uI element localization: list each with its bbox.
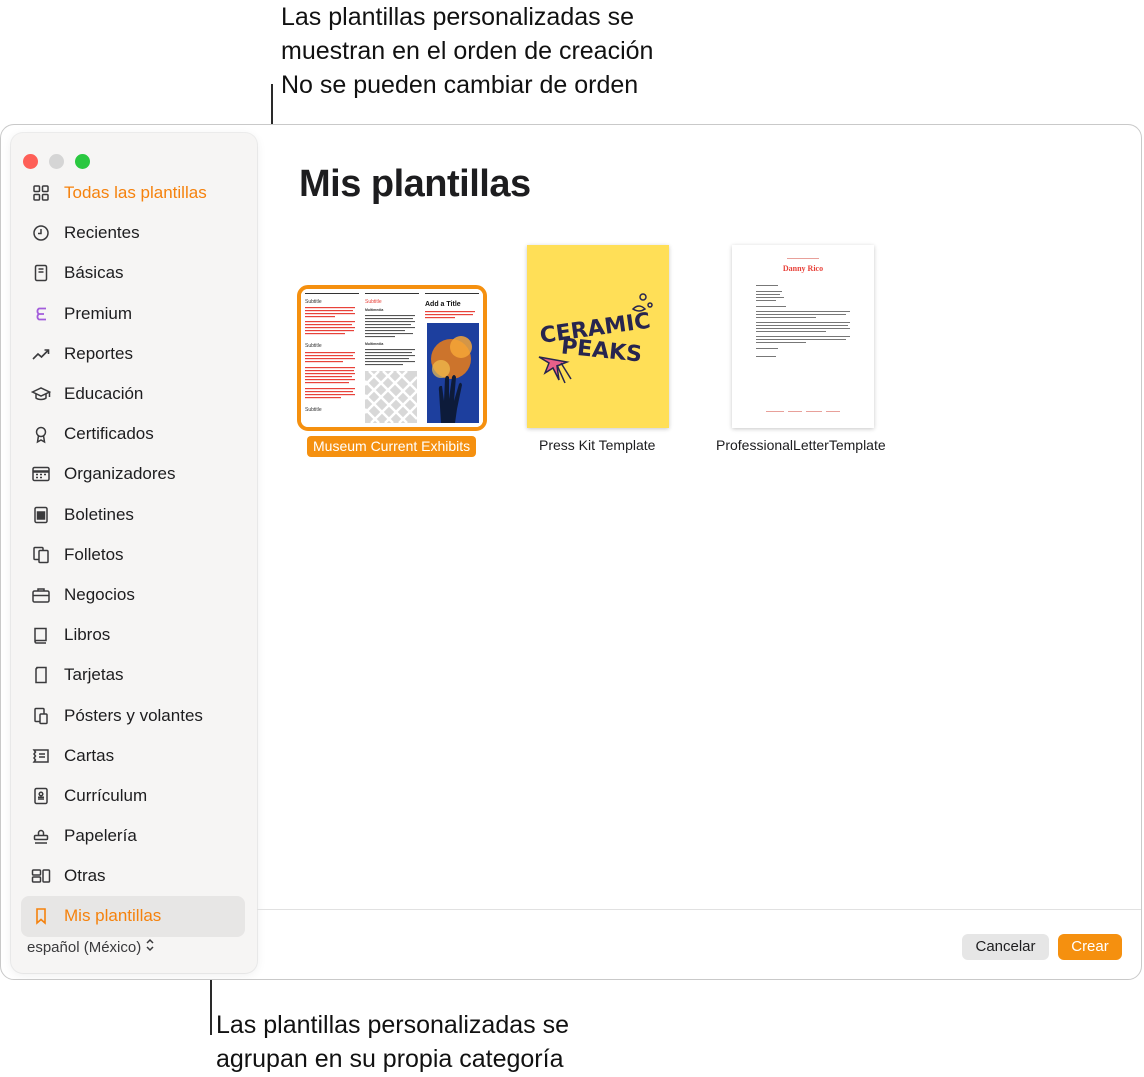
bookmark-icon bbox=[31, 906, 51, 926]
sidebar-item-negocios[interactable]: Negocios bbox=[21, 575, 245, 615]
brochure-icon bbox=[31, 545, 51, 565]
sidebar-item-tarjetas[interactable]: Tarjetas bbox=[21, 655, 245, 695]
press-kit-thumbnail-art: CERAMIC PEAKS bbox=[527, 245, 669, 428]
newsletter-icon bbox=[31, 505, 51, 525]
sidebar-item-label: Pósters y volantes bbox=[64, 705, 203, 725]
sidebar-item-label: Libros bbox=[64, 625, 111, 645]
sidebar-item-mis-plantillas[interactable]: Mis plantillas bbox=[21, 896, 245, 937]
premium-icon bbox=[31, 304, 51, 324]
sidebar-item-label: Negocios bbox=[64, 584, 135, 604]
book-icon bbox=[31, 625, 51, 645]
callout-line: muestran en el orden de creación bbox=[281, 37, 654, 65]
thumb-body-head: Multimedia bbox=[365, 342, 383, 346]
sidebar-item-label: Premium bbox=[64, 303, 133, 323]
thumb-signature-name: Danny Rico bbox=[783, 264, 823, 273]
thumb-subtitle: Subtitle bbox=[305, 299, 322, 305]
sidebar-item-label: Organizadores bbox=[64, 464, 176, 484]
document-icon bbox=[31, 263, 51, 283]
sidebar-item-reportes[interactable]: Reportes bbox=[21, 334, 245, 374]
sidebar-item-label: Reportes bbox=[64, 343, 133, 363]
sidebar-item-certificados[interactable]: Certificados bbox=[21, 414, 245, 454]
cancel-button[interactable]: Cancelar bbox=[962, 934, 1049, 960]
stamp-icon bbox=[31, 826, 51, 846]
close-window-button[interactable] bbox=[23, 154, 38, 169]
sidebar-item-label: Tarjetas bbox=[64, 665, 124, 685]
thumb-body-head: Multimedia bbox=[365, 308, 383, 312]
sidebar-item-label: Otras bbox=[64, 866, 106, 886]
briefcase-icon bbox=[31, 585, 51, 605]
thumb-subtitle: Subtitle bbox=[305, 343, 322, 349]
sidebar-item-label: Mis plantillas bbox=[64, 906, 162, 926]
sidebar-item-organizadores[interactable]: Organizadores bbox=[21, 454, 245, 494]
page-title: Mis plantillas bbox=[299, 163, 531, 205]
letter-icon bbox=[31, 746, 51, 766]
sidebar-item-label: Boletines bbox=[64, 504, 134, 524]
template-thumbnail[interactable]: Subtitle Subtitle Subtitle Subtitle Mult… bbox=[297, 285, 487, 431]
callout-line: No se pueden cambiar de orden bbox=[281, 71, 639, 99]
template-name-label[interactable]: Museum Current Exhibits bbox=[307, 436, 477, 457]
card-icon bbox=[31, 665, 51, 685]
sidebar: Todas las plantillas Recientes Básicas P… bbox=[11, 133, 257, 973]
sidebar-item-curriculum[interactable]: Currículum bbox=[21, 776, 245, 816]
sidebar-item-label: Básicas bbox=[64, 263, 124, 283]
sidebar-item-recientes[interactable]: Recientes bbox=[21, 213, 245, 253]
clock-icon bbox=[31, 223, 51, 243]
thumb-heading: Add a Title bbox=[425, 301, 461, 308]
language-selector[interactable]: español (México) bbox=[27, 938, 155, 956]
thumb-subtitle: Subtitle bbox=[305, 407, 322, 413]
sidebar-item-label: Papelería bbox=[64, 826, 137, 846]
sidebar-item-otras[interactable]: Otras bbox=[21, 856, 245, 896]
callout-line: agrupan en su propia categoría bbox=[216, 1045, 564, 1073]
resume-icon bbox=[31, 786, 51, 806]
language-label: español (México) bbox=[27, 938, 142, 956]
sidebar-item-label: Todas las plantillas bbox=[64, 183, 207, 203]
chart-trend-icon bbox=[31, 344, 51, 364]
sidebar-item-boletines[interactable]: Boletines bbox=[21, 495, 245, 535]
shapes-icon bbox=[31, 866, 51, 886]
sidebar-item-todas-las-plantillas[interactable]: Todas las plantillas bbox=[21, 173, 245, 213]
letter-thumbnail-art: Danny Rico bbox=[732, 245, 874, 428]
create-button[interactable]: Crear bbox=[1058, 934, 1122, 960]
template-thumbnail[interactable]: Danny Rico bbox=[732, 245, 874, 428]
sidebar-item-cartas[interactable]: Cartas bbox=[21, 736, 245, 776]
sidebar-item-label: Cartas bbox=[64, 745, 115, 765]
sidebar-item-posters-y-volantes[interactable]: Pósters y volantes bbox=[21, 695, 245, 735]
sidebar-item-label: Recientes bbox=[64, 223, 140, 243]
callout-custom-order: Las plantillas personalizadas se muestra… bbox=[281, 0, 653, 102]
ribbon-icon bbox=[31, 424, 51, 444]
callout-line: Las plantillas personalizadas se bbox=[281, 3, 634, 31]
zoom-window-button[interactable] bbox=[75, 154, 90, 169]
poster-icon bbox=[31, 706, 51, 726]
sidebar-item-folletos[interactable]: Folletos bbox=[21, 535, 245, 575]
grid-icon bbox=[31, 183, 51, 203]
sidebar-item-libros[interactable]: Libros bbox=[21, 615, 245, 655]
brochure-thumbnail-art: Subtitle Subtitle Subtitle Subtitle Mult… bbox=[301, 289, 483, 427]
minimize-window-button[interactable] bbox=[49, 154, 64, 169]
template-name-label[interactable]: ProfessionalLetterTemplate bbox=[716, 437, 886, 453]
sidebar-item-premium[interactable]: Premium bbox=[21, 294, 245, 334]
footer-divider bbox=[257, 909, 1141, 910]
template-thumbnail[interactable]: CERAMIC PEAKS bbox=[527, 245, 669, 428]
calendar-icon bbox=[31, 464, 51, 484]
chevron-updown-icon bbox=[145, 938, 155, 956]
sidebar-item-basicas[interactable]: Básicas bbox=[21, 253, 245, 293]
thumb-subtitle-red: Subtitle bbox=[365, 299, 382, 305]
graduation-cap-icon bbox=[31, 384, 51, 404]
sidebar-item-label: Currículum bbox=[64, 785, 148, 805]
callout-line: Las plantillas personalizadas se bbox=[216, 1011, 569, 1039]
sidebar-item-papeleria[interactable]: Papelería bbox=[21, 816, 245, 856]
sidebar-item-label: Certificados bbox=[64, 424, 154, 444]
sidebar-item-label: Folletos bbox=[64, 544, 124, 564]
template-chooser-window: Todas las plantillas Recientes Básicas P… bbox=[0, 124, 1142, 980]
category-list: Todas las plantillas Recientes Básicas P… bbox=[21, 173, 245, 937]
template-name-label[interactable]: Press Kit Template bbox=[539, 437, 655, 453]
callout-custom-category: Las plantillas personalizadas se agrupan… bbox=[216, 1008, 569, 1076]
sidebar-item-label: Educación bbox=[64, 384, 144, 404]
sidebar-item-educacion[interactable]: Educación bbox=[21, 374, 245, 414]
